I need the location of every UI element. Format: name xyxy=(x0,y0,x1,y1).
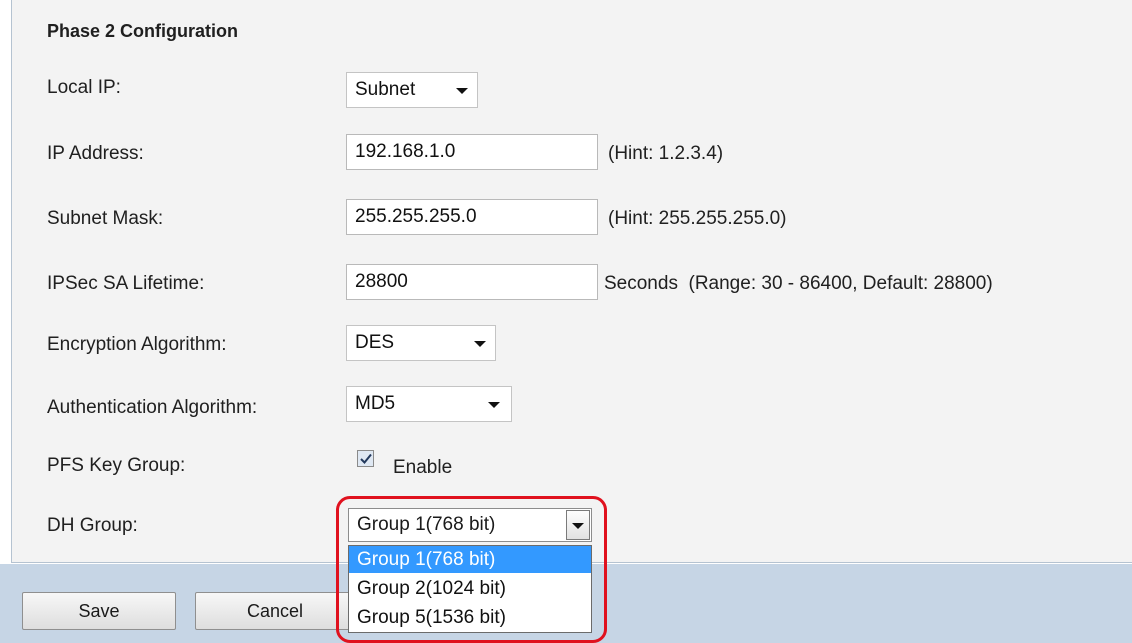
encryption-label: Encryption Algorithm: xyxy=(47,334,227,355)
dh-group-label: DH Group: xyxy=(47,515,138,536)
ipsec-lifetime-hint: Seconds (Range: 30 - 86400, Default: 288… xyxy=(604,273,993,294)
authentication-select[interactable]: MD5 xyxy=(346,386,512,422)
checkmark-icon xyxy=(360,453,372,464)
dh-group-dropdown-list: Group 1(768 bit) Group 2(1024 bit) Group… xyxy=(348,545,592,633)
cancel-button[interactable]: Cancel xyxy=(195,592,355,630)
ipsec-lifetime-input[interactable]: 28800 xyxy=(346,264,598,300)
dh-group-option-2[interactable]: Group 2(1024 bit) xyxy=(349,575,591,602)
authentication-label: Authentication Algorithm: xyxy=(47,397,258,418)
dh-group-value: Group 1(768 bit) xyxy=(357,514,496,535)
save-button[interactable]: Save xyxy=(22,592,176,630)
encryption-select[interactable]: DES xyxy=(346,325,496,361)
ip-address-hint: (Hint: 1.2.3.4) xyxy=(608,143,724,164)
local-ip-value: Subnet xyxy=(355,79,416,100)
chevron-down-icon xyxy=(456,88,468,94)
dh-group-select[interactable]: Group 1(768 bit) xyxy=(348,508,592,542)
subnet-mask-label: Subnet Mask: xyxy=(47,208,164,229)
pfs-label: PFS Key Group: xyxy=(47,455,186,476)
subnet-mask-hint: (Hint: 255.255.255.0) xyxy=(608,208,787,229)
ipsec-lifetime-label: IPSec SA Lifetime: xyxy=(47,273,205,294)
authentication-value: MD5 xyxy=(355,393,396,414)
chevron-down-icon xyxy=(488,402,500,408)
dropdown-toggle[interactable] xyxy=(566,510,590,540)
chevron-down-icon xyxy=(474,341,486,347)
ip-address-label: IP Address: xyxy=(47,143,144,164)
subnet-mask-input[interactable]: 255.255.255.0 xyxy=(346,199,598,235)
encryption-value: DES xyxy=(355,332,395,353)
local-ip-label: Local IP: xyxy=(47,77,121,98)
chevron-down-icon xyxy=(572,523,584,529)
dh-group-option-5[interactable]: Group 5(1536 bit) xyxy=(349,604,591,631)
local-ip-select[interactable]: Subnet xyxy=(346,72,478,108)
section-title: Phase 2 Configuration xyxy=(47,21,239,41)
ip-address-input[interactable]: 192.168.1.0 xyxy=(346,134,598,170)
pfs-enable-checkbox[interactable] xyxy=(357,450,374,467)
dh-group-option-1[interactable]: Group 1(768 bit) xyxy=(349,546,591,573)
pfs-enable-label: Enable xyxy=(393,457,453,478)
